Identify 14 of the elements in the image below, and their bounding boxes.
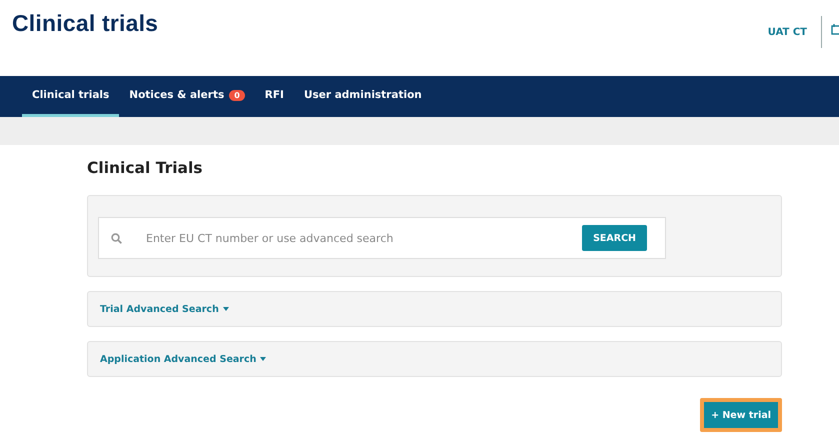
search-field[interactable]: Enter EU CT number or use advanced search SEARCH bbox=[98, 217, 666, 259]
calendar-icon[interactable] bbox=[831, 23, 839, 35]
page-title: Clinical trials bbox=[12, 10, 158, 37]
new-trial-button[interactable]: + New trial bbox=[704, 402, 778, 428]
nav-tab[interactable]: RFI bbox=[254, 76, 294, 117]
search-button[interactable]: SEARCH bbox=[582, 225, 647, 251]
accordion-header[interactable]: Application Advanced Search bbox=[87, 341, 782, 377]
count-badge: 0 bbox=[229, 90, 245, 100]
nav-tab[interactable]: Notices & alerts 0 bbox=[119, 76, 255, 117]
user-link[interactable]: UAT CT bbox=[768, 27, 807, 38]
nav-tab[interactable]: User administration bbox=[294, 76, 432, 117]
accordion-header[interactable]: Trial Advanced Search bbox=[87, 291, 782, 327]
search-icon bbox=[111, 232, 122, 244]
section-heading: Clinical Trials bbox=[87, 159, 204, 177]
